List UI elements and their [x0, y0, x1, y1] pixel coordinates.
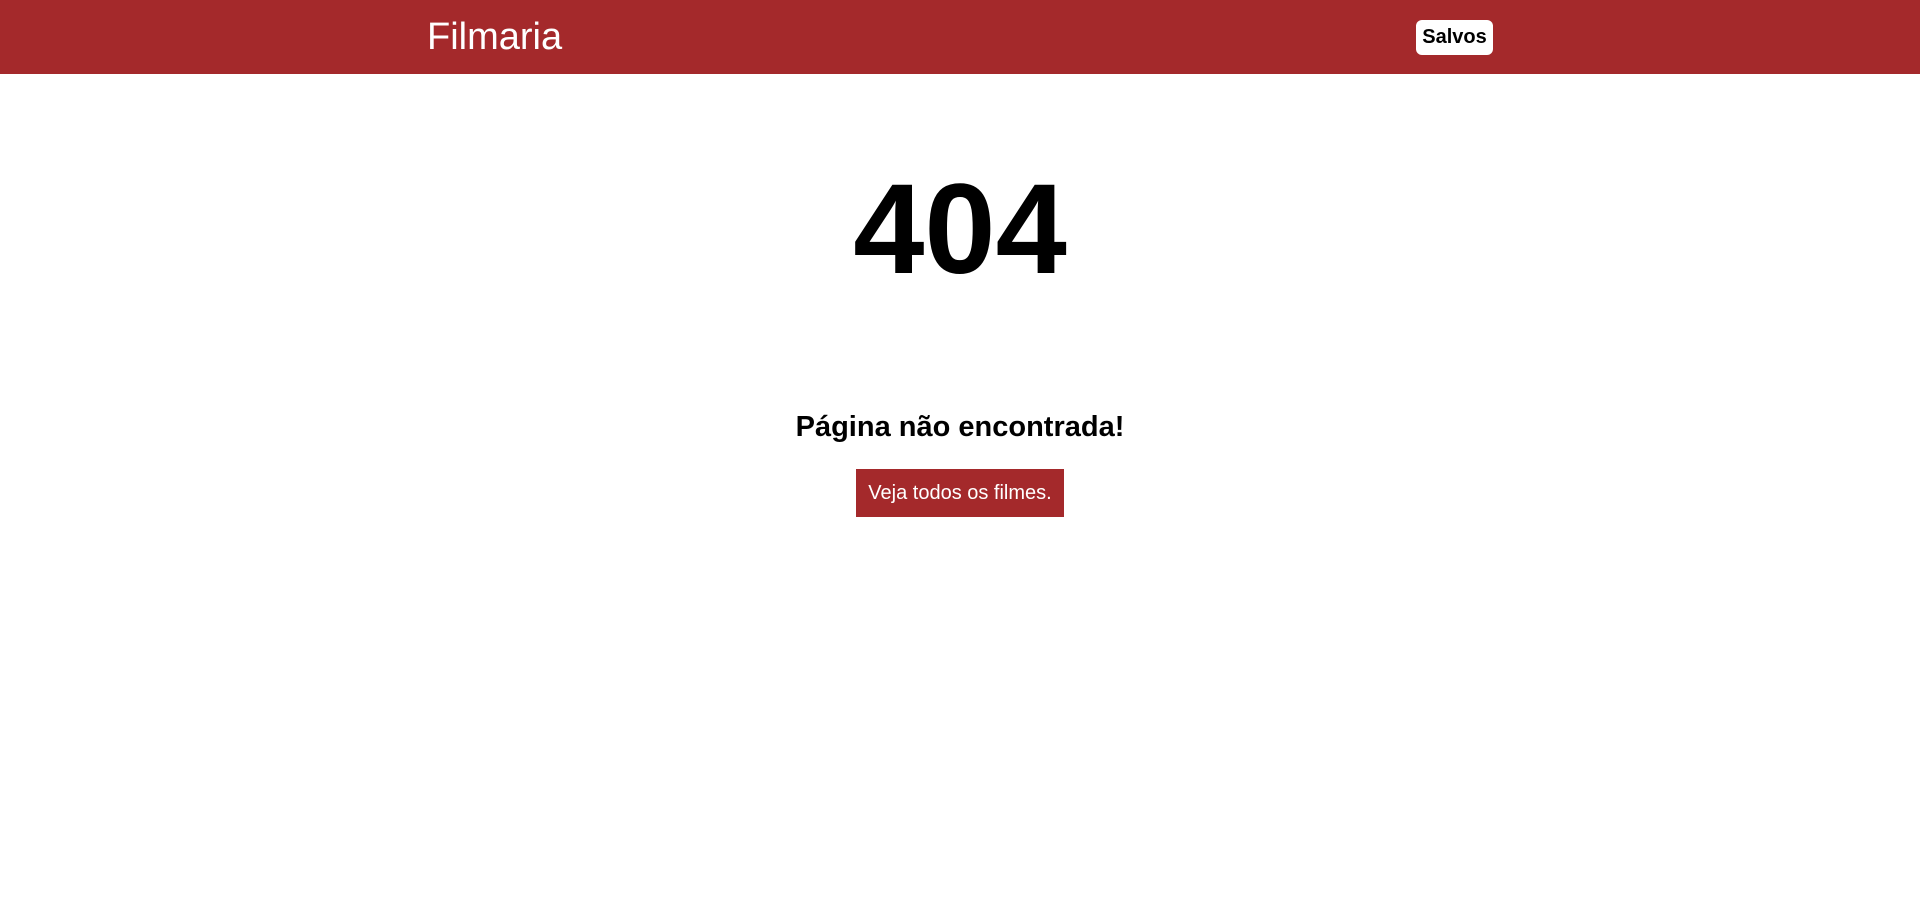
saved-movies-button[interactable]: Salvos	[1416, 20, 1493, 55]
brand-logo-link[interactable]: Filmaria	[427, 14, 562, 60]
all-movies-link[interactable]: Veja todos os filmes.	[856, 469, 1064, 517]
error-message: Página não encontrada!	[795, 411, 1125, 443]
error-code: 404	[853, 158, 1067, 301]
top-navigation-bar: Filmaria Salvos	[0, 0, 1920, 74]
